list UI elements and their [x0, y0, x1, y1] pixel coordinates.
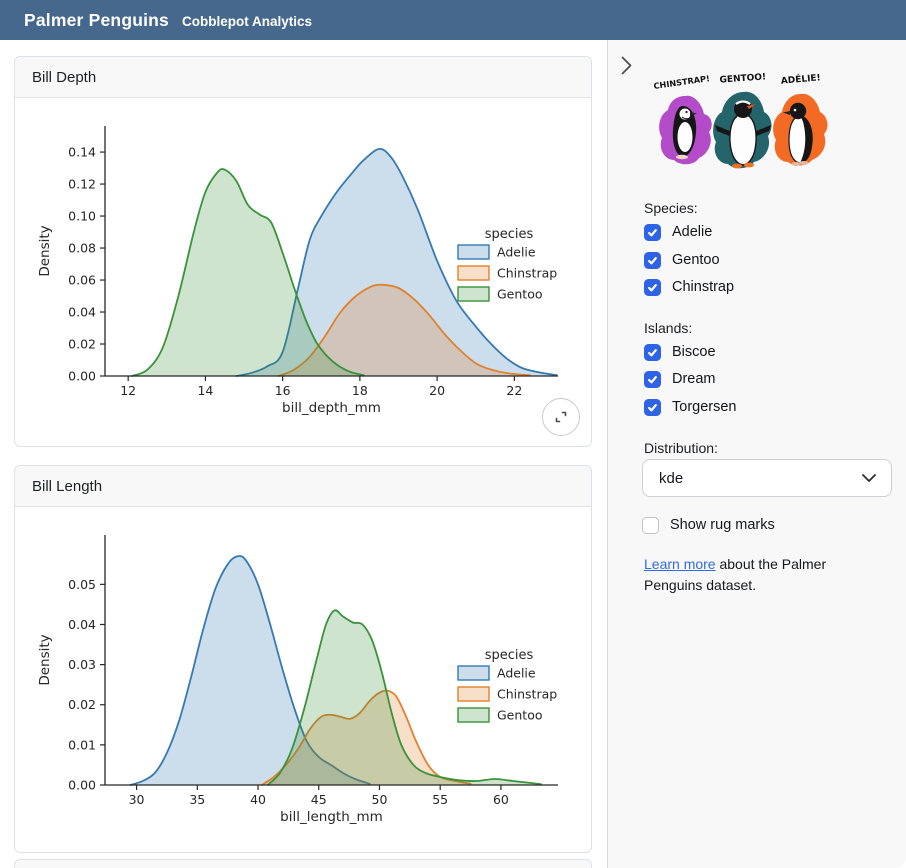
svg-text:0.10: 0.10	[68, 209, 96, 224]
expand-button[interactable]	[542, 398, 580, 436]
islands-label: Islands:	[644, 320, 692, 336]
bill-depth-chart: 12 14 16 18 20 22 0.00 0.02 0.04 0.06 0.08 0.10 0.12…	[15, 104, 591, 436]
svg-text:Adelie: Adelie	[497, 245, 536, 260]
svg-text:species: species	[485, 648, 534, 663]
svg-text:12: 12	[120, 383, 136, 398]
app-title: Palmer Penguins	[24, 10, 169, 31]
svg-text:14: 14	[197, 383, 213, 398]
checkbox-label: Torgersen	[672, 399, 736, 415]
learn-more-link[interactable]: Learn more	[644, 556, 716, 572]
checkbox-label: Adelie	[672, 224, 712, 240]
checkbox-unchecked-icon[interactable]	[642, 517, 659, 534]
checkbox-checked-icon[interactable]	[644, 399, 661, 416]
card-title-bill-depth: Bill Depth	[15, 57, 591, 98]
svg-text:0.00: 0.00	[68, 369, 96, 384]
svg-text:35: 35	[189, 792, 205, 807]
distribution-label: Distribution:	[644, 440, 718, 456]
svg-text:0.08: 0.08	[68, 241, 96, 256]
svg-text:18: 18	[352, 383, 368, 398]
artwork-label-gentoo: GENTOO!	[719, 72, 766, 85]
svg-text:0.06: 0.06	[68, 273, 96, 288]
bill-length-chart: 30 35 40 45 50 55 60 0.00 0.01 0.02 0.03 0.04 0.05 bi…	[15, 513, 591, 845]
svg-text:45: 45	[311, 792, 327, 807]
checkbox-label: Show rug marks	[670, 517, 775, 533]
sidebar: CHINSTRAP! GENTOO! ADÉLIE! Species: Adel…	[607, 40, 906, 868]
species-checkbox-gentoo[interactable]: Gentoo	[644, 250, 720, 270]
svg-text:60: 60	[493, 792, 509, 807]
island-checkbox-dream[interactable]: Dream	[644, 369, 716, 389]
svg-text:0.04: 0.04	[68, 617, 96, 632]
penguins-artwork-image: CHINSTRAP! GENTOO! ADÉLIE!	[652, 68, 836, 172]
svg-text:55: 55	[432, 792, 448, 807]
card-title-bill-length: Bill Length	[15, 466, 591, 507]
svg-text:0.05: 0.05	[68, 577, 96, 592]
svg-text:0.12: 0.12	[68, 177, 96, 192]
dataset-footnote: Learn more about the Palmer Penguins dat…	[644, 554, 882, 595]
svg-text:species: species	[485, 227, 534, 242]
card-bill-depth: Bill Depth 12 14 16 18 20 22 0.00 0.02 0.04 0.06 0…	[14, 56, 592, 447]
island-checkbox-biscoe[interactable]: Biscoe	[644, 342, 716, 362]
svg-text:Gentoo: Gentoo	[497, 708, 543, 723]
svg-text:Gentoo: Gentoo	[497, 287, 543, 302]
svg-text:Adelie: Adelie	[497, 666, 536, 681]
checkbox-checked-icon[interactable]	[644, 252, 661, 269]
species-checkbox-adelie[interactable]: Adelie	[644, 222, 712, 242]
svg-text:0.00: 0.00	[68, 778, 96, 793]
svg-text:Density: Density	[37, 634, 53, 685]
card-partial	[14, 859, 592, 868]
checkbox-label: Gentoo	[672, 252, 720, 268]
checkbox-checked-icon[interactable]	[644, 279, 661, 296]
checkbox-checked-icon[interactable]	[644, 224, 661, 241]
app-header: Palmer Penguins Cobblepot Analytics	[0, 0, 906, 40]
app-subtitle: Cobblepot Analytics	[182, 14, 312, 29]
distribution-select-value: kde	[659, 470, 683, 487]
checkbox-label: Dream	[672, 371, 716, 387]
island-checkbox-torgersen[interactable]: Torgersen	[644, 397, 736, 417]
svg-text:Density: Density	[37, 225, 53, 276]
checkbox-checked-icon[interactable]	[644, 344, 661, 361]
species-label: Species:	[644, 200, 698, 216]
svg-text:0.02: 0.02	[68, 697, 96, 712]
chevron-right-icon	[621, 56, 632, 75]
checkbox-label: Biscoe	[672, 344, 716, 360]
artwork-label-adelie: ADÉLIE!	[780, 71, 821, 86]
expand-corners-icon	[553, 409, 569, 425]
svg-text:50: 50	[372, 792, 388, 807]
svg-text:0.14: 0.14	[68, 145, 96, 160]
distribution-select[interactable]: kde	[642, 459, 892, 497]
svg-text:30: 30	[129, 792, 145, 807]
svg-text:20: 20	[429, 383, 445, 398]
svg-text:0.04: 0.04	[68, 305, 96, 320]
sidebar-collapse-toggle[interactable]	[621, 54, 641, 76]
artwork-label-chinstrap: CHINSTRAP!	[653, 73, 710, 91]
svg-text:40: 40	[250, 792, 266, 807]
checkbox-label: Chinstrap	[672, 279, 734, 295]
chevron-down-icon	[862, 474, 876, 482]
svg-text:bill_length_mm: bill_length_mm	[280, 809, 383, 825]
svg-text:0.02: 0.02	[68, 337, 96, 352]
checkbox-checked-icon[interactable]	[644, 371, 661, 388]
card-bill-length: Bill Length 30 35 40 45 50 55 60 0.00 0.01 0.02 0.…	[14, 465, 592, 853]
svg-text:bill_depth_mm: bill_depth_mm	[282, 400, 381, 416]
svg-text:Chinstrap: Chinstrap	[497, 687, 557, 702]
app-page: Palmer Penguins Cobblepot Analytics Bill…	[0, 0, 906, 868]
svg-text:16: 16	[275, 383, 291, 398]
svg-text:22: 22	[506, 383, 522, 398]
species-checkbox-chinstrap[interactable]: Chinstrap	[644, 277, 734, 297]
rug-marks-checkbox[interactable]: Show rug marks	[642, 515, 775, 535]
svg-text:Chinstrap: Chinstrap	[497, 266, 557, 281]
svg-text:0.01: 0.01	[68, 737, 96, 752]
svg-text:0.03: 0.03	[68, 657, 96, 672]
